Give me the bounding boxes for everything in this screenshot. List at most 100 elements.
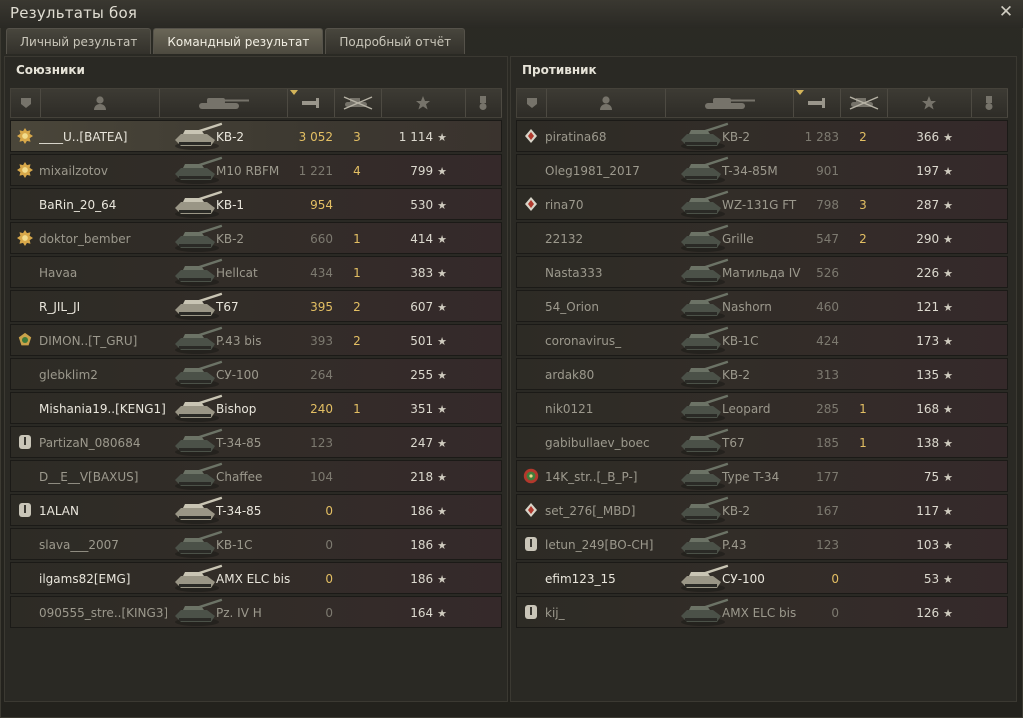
vehicle-header[interactable] [665,89,794,117]
xp-star-icon: ★ [943,403,953,416]
damage-value: 123 [310,436,333,450]
ally-player-row[interactable]: PartizaN_080684 T-34-85 123 247 ★ [10,426,502,458]
ally-player-row[interactable]: ilgams82[EMG] AMX ELC bis 0 186 ★ [10,562,502,594]
xp-value: 75 ★ [887,461,953,493]
tab-team-result[interactable]: Командный результат [153,28,324,54]
medals-header[interactable] [465,89,502,117]
vehicle-name: Grille [722,232,754,246]
enemy-player-row[interactable]: efim123_15 СУ-100 0 53 ★ [516,562,1008,594]
xp-star-icon: ★ [943,437,953,450]
xp-star-icon: ★ [943,131,953,144]
ally-player-row[interactable]: BaRin_20_64 KB-1 954 530 ★ [10,188,502,220]
enemy-player-row[interactable]: set_276[_MBD] KB-2 167 117 ★ [516,494,1008,526]
player-icon [599,95,613,111]
enemy-player-row[interactable]: 22132 Grille 547 2 290 ★ [516,222,1008,254]
ally-player-row[interactable]: DIMON..[T_GRU] P.43 bis 393 2 501 ★ [10,324,502,356]
ally-player-row[interactable]: glebklim2 СУ-100 264 255 ★ [10,358,502,390]
ally-player-row[interactable]: slava___2007 KB-1C 0 186 ★ [10,528,502,560]
vehicle-name: T-34-85M [722,164,778,178]
medals-header[interactable] [971,89,1008,117]
enemy-player-row[interactable]: Oleg1981_2017 T-34-85M 901 197 ★ [516,154,1008,186]
frags-value: 1 [353,266,361,280]
ally-player-row[interactable]: 090555_stre..[KING3] Pz. IV H 0 164 ★ [10,596,502,628]
shield-icon [523,536,539,552]
tab-personal-result[interactable]: Личный результат [6,28,152,54]
frags-header[interactable] [840,89,888,117]
player-header[interactable] [546,89,666,117]
player-name: Oleg1981_2017 [545,164,640,178]
tab-detailed-report[interactable]: Подробный отчёт [325,28,466,54]
enemy-player-row[interactable]: Nasta333 Матильда IV 526 226 ★ [516,256,1008,288]
frags-header[interactable] [334,89,382,117]
enemy-player-row[interactable]: ardak80 KB-2 313 135 ★ [516,358,1008,390]
xp-star-icon: ★ [943,301,953,314]
frags-value [849,461,877,493]
xp-value: 135 ★ [887,359,953,391]
xp-value: 121 ★ [887,291,953,323]
red-diamond-icon [523,502,539,518]
player-icon [93,95,107,111]
xp-number: 197 [916,164,940,178]
damage-header[interactable] [287,89,335,117]
xp-number: 287 [916,198,940,212]
ally-player-row[interactable]: Havaa Hellcat 434 1 383 ★ [10,256,502,288]
player-name: D__E__V[BAXUS] [39,470,139,484]
frags-value [849,325,877,357]
enemy-player-row[interactable]: kij_ AMX ELC bis 0 126 ★ [516,596,1008,628]
frags-icon [847,96,881,110]
damage-value: 424 [816,334,839,348]
enemy-player-row[interactable]: 54_Orion Nashorn 460 121 ★ [516,290,1008,322]
vehicle-header[interactable] [159,89,288,117]
player-name: kij_ [545,606,565,620]
ally-player-row[interactable]: doktor_bember KB-2 660 1 414 ★ [10,222,502,254]
player-name: rina70 [545,198,584,212]
red-diamond-icon [523,196,539,212]
vehicle-name: KB-2 [722,368,751,382]
ally-player-row[interactable]: 1ALAN T-34-85 0 186 ★ [10,494,502,526]
xp-value: 186 ★ [381,529,447,561]
ally-player-row[interactable]: mixailzotov M10 RBFM 1 221 4 799 ★ [10,154,502,186]
platoon-header[interactable] [11,89,41,117]
enemy-player-row[interactable]: letun_249[BO-CH] P.43 123 103 ★ [516,528,1008,560]
enemy-player-row[interactable]: piratina68 KB-2 1 283 2 366 ★ [516,120,1008,152]
damage-value: 177 [816,470,839,484]
ally-player-row[interactable]: D__E__V[BAXUS] Chaffee 104 218 ★ [10,460,502,492]
ally-player-row[interactable]: Mishania19..[KENG1] Bishop 240 1 351 ★ [10,392,502,424]
enemy-player-row[interactable]: gabibullaev_boec T67 185 1 138 ★ [516,426,1008,458]
damage-value: 1 283 [804,130,839,144]
player-name: DIMON..[T_GRU] [39,334,138,348]
xp-value: 255 ★ [381,359,447,391]
xp-header[interactable] [887,89,972,117]
xp-star-icon: ★ [437,301,447,314]
xp-number: 53 [923,572,940,586]
xp-number: 168 [916,402,940,416]
xp-number: 1 114 [398,130,434,144]
damage-value: 3 052 [298,130,333,144]
xp-star-icon: ★ [437,539,447,552]
ally-player-row[interactable]: R_JIL_JI T67 395 2 607 ★ [10,290,502,322]
frags-value [343,461,371,493]
vehicle-name: WZ-131G FT [722,198,797,212]
xp-header[interactable] [381,89,466,117]
frags-value [343,189,371,221]
player-name: Nasta333 [545,266,603,280]
vehicle-name: P.43 [722,538,747,552]
xp-star-icon: ★ [943,233,953,246]
platoon-header[interactable] [517,89,547,117]
damage-header[interactable] [793,89,841,117]
enemy-player-row[interactable]: nik0121 Leopard 285 1 168 ★ [516,392,1008,424]
close-icon[interactable]: ✕ [997,3,1015,21]
xp-value: 218 ★ [381,461,447,493]
xp-value: 197 ★ [887,155,953,187]
enemy-player-row[interactable]: 14K_str..[_B_P-] Type T-34 177 75 ★ [516,460,1008,492]
ally-player-row[interactable]: ____U..[BATEA] KB-2 3 052 3 1 114 ★ [10,120,502,152]
frags-value [343,495,371,527]
damage-value: 460 [816,300,839,314]
frags-value [849,257,877,289]
player-header[interactable] [40,89,160,117]
damage-value: 104 [310,470,333,484]
xp-star-icon: ★ [943,199,953,212]
enemy-player-row[interactable]: rina70 WZ-131G FT 798 3 287 ★ [516,188,1008,220]
frags-value: 4 [353,164,361,178]
enemy-player-row[interactable]: coronavirus_ KB-1C 424 173 ★ [516,324,1008,356]
